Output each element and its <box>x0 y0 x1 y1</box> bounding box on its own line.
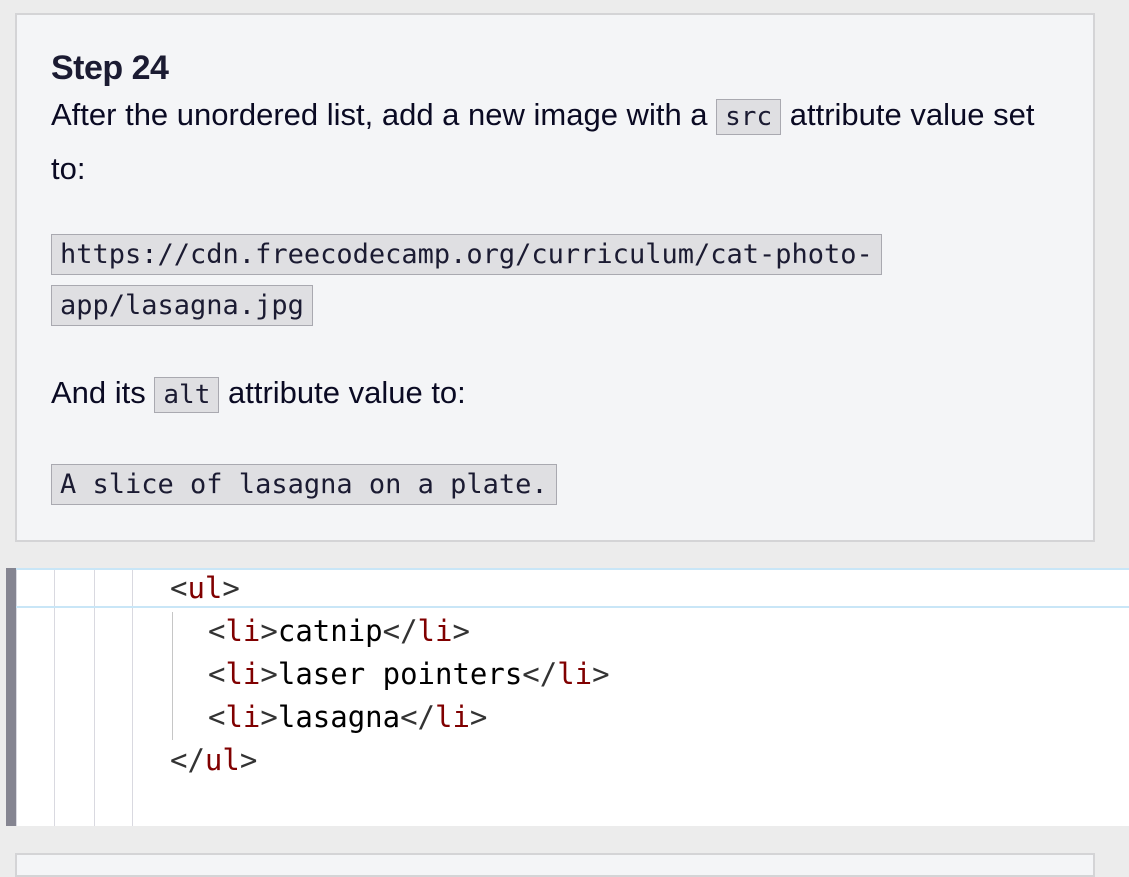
code-block-alt: A slice of lasagna on a plate. <box>51 459 557 510</box>
code-block-url: https://cdn.freecodecamp.org/curriculum/… <box>51 229 951 331</box>
code-punct: </ <box>522 657 558 691</box>
inline-code-src: src <box>716 99 782 135</box>
code-line[interactable]: <ul> <box>170 568 240 608</box>
code-tag: li <box>417 614 453 648</box>
code-punct: > <box>469 700 488 734</box>
code-punct: > <box>239 743 258 777</box>
code-punct: > <box>260 700 278 734</box>
code-editor[interactable]: <ul> <li>catnip</li> <li>laser pointers<… <box>6 568 1129 826</box>
code-tag: li <box>225 700 261 734</box>
code-punct: > <box>260 657 278 691</box>
code-text: lasagna <box>277 700 401 734</box>
code-punct: < <box>208 614 226 648</box>
code-tag: ul <box>187 571 223 605</box>
code-tag: ul <box>204 743 240 777</box>
instruction-paragraph-alt: And its alt attribute value to: <box>51 367 1051 421</box>
step-title: Step 24 <box>51 49 169 87</box>
url-code: https://cdn.freecodecamp.org/curriculum/… <box>51 234 882 326</box>
code-punct: </ <box>400 700 435 734</box>
code-tag: li <box>225 614 261 648</box>
alt-code: A slice of lasagna on a plate. <box>51 464 557 505</box>
instruction-text: And its <box>51 375 155 410</box>
code-punct: > <box>260 614 278 648</box>
code-line[interactable]: <li>laser pointers</li> <box>208 654 610 694</box>
code-punct: </ <box>170 743 205 777</box>
code-line[interactable]: <li>catnip</li> <box>208 611 470 651</box>
editor-accent-bar <box>6 568 16 826</box>
code-line[interactable]: </ul> <box>170 740 257 780</box>
code-text: laser pointers <box>277 657 523 691</box>
code-punct: </ <box>382 614 418 648</box>
code-punct: > <box>592 657 610 691</box>
code-punct: > <box>452 614 470 648</box>
code-punct: < <box>208 700 226 734</box>
code-tag: li <box>557 657 593 691</box>
code-punct: > <box>222 571 240 605</box>
code-punct: < <box>208 657 226 691</box>
instruction-paragraph-src: After the unordered list, add a new imag… <box>51 89 1051 194</box>
next-panel-edge <box>15 853 1095 877</box>
instruction-text: After the unordered list, add a new imag… <box>51 97 717 132</box>
instruction-text: attribute value to: <box>219 375 466 410</box>
inline-code-alt: alt <box>154 377 220 413</box>
indent-guide-inner <box>172 612 173 740</box>
code-tag: li <box>225 657 261 691</box>
code-text: catnip <box>277 614 383 648</box>
instructions-panel: Step 24 After the unordered list, add a … <box>15 13 1095 542</box>
code-line[interactable]: <li>lasagna</li> <box>208 697 487 737</box>
code-tag: li <box>435 700 470 734</box>
code-punct: < <box>170 571 188 605</box>
